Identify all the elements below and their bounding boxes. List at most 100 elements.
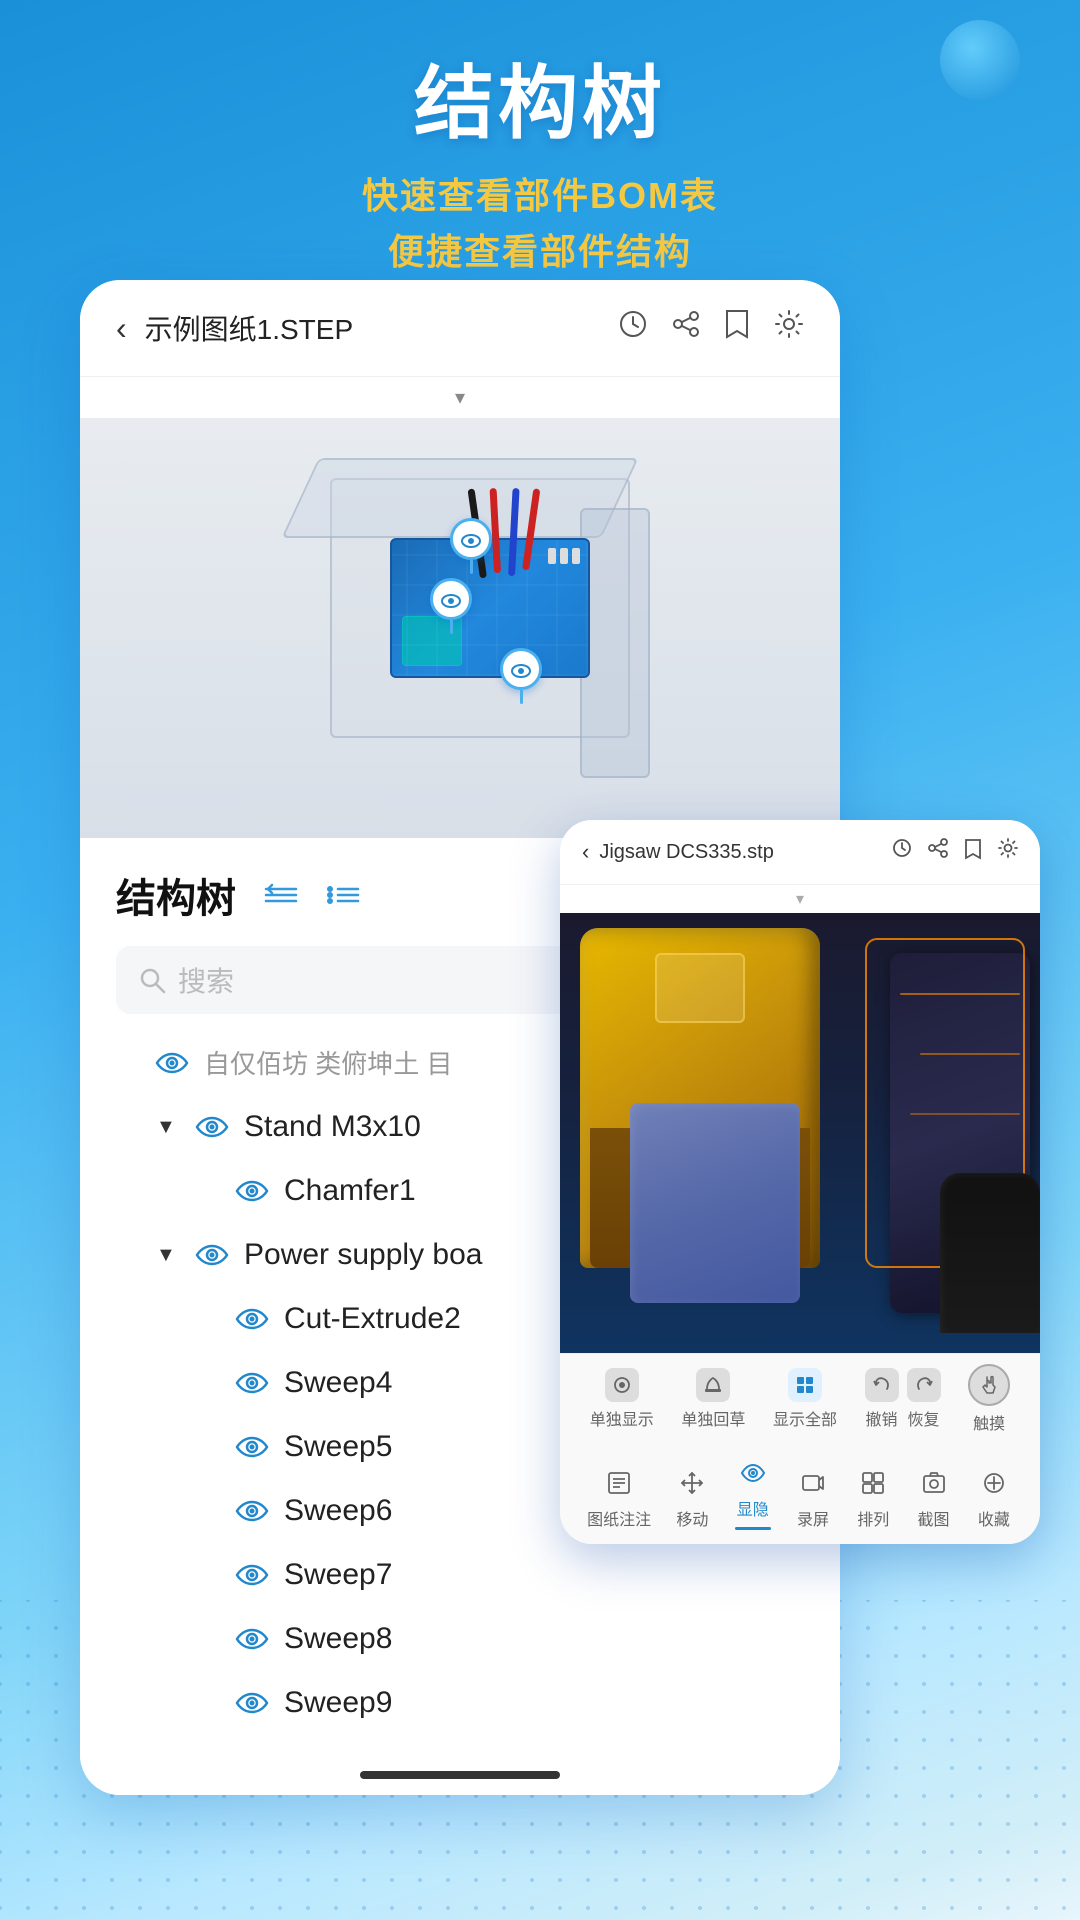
second-toolbar-top: 单独显示 单独回草 显示全部 (560, 1353, 1040, 1444)
location-pin-1 (450, 518, 492, 574)
eye-icon-sweep8[interactable] (234, 1621, 270, 1657)
touch-label: 触摸 (973, 1410, 1005, 1434)
second-settings-icon[interactable] (998, 838, 1018, 866)
annotation-icon (600, 1464, 638, 1502)
toolbar-item-visibility[interactable]: 显隐 (734, 1454, 772, 1530)
jigsaw-black-handle (940, 1173, 1040, 1333)
solo-display-icon (605, 1368, 639, 1402)
redo-icon (907, 1368, 941, 1402)
move-label: 移动 (676, 1506, 708, 1530)
favorite-label: 收藏 (978, 1506, 1010, 1530)
tree-item-root-text: 自仅佰坊 类俯坤土 目 (204, 1044, 452, 1081)
location-pin-3 (500, 648, 542, 704)
annotation-label: 图纸注注 (587, 1506, 651, 1530)
second-share-icon[interactable] (928, 838, 948, 866)
second-card-topbar: ‹ Jigsaw DCS335.stp (560, 820, 1040, 885)
back-button[interactable]: ‹ (116, 310, 127, 347)
toolbar-item-redo[interactable]: 恢复 (907, 1368, 941, 1430)
tree-item-sweep5-text: Sweep5 (284, 1430, 392, 1464)
toolbar-item-favorite[interactable]: 收藏 (975, 1464, 1013, 1530)
pin-bubble-1 (450, 518, 492, 560)
eye-icon-root[interactable] (154, 1045, 190, 1081)
tree-item-sweep7[interactable]: Sweep7 (116, 1543, 804, 1607)
solo-grass-label: 单独回草 (681, 1406, 745, 1430)
jigsaw-highlight-3 (910, 1113, 1020, 1115)
eye-icon-power[interactable] (194, 1237, 230, 1273)
box-right-face (580, 508, 650, 778)
tree-collapse-icon[interactable] (264, 881, 298, 909)
tree-item-chamfer-text: Chamfer1 (284, 1174, 416, 1208)
tree-item-sweep8-text: Sweep8 (284, 1622, 392, 1656)
tree-item-sweep9[interactable]: Sweep9 (116, 1671, 804, 1735)
arrange-icon (854, 1464, 892, 1502)
jigsaw-model-area (560, 913, 1040, 1353)
second-bookmark-icon[interactable] (964, 838, 982, 866)
eye-icon-sweep9[interactable] (234, 1685, 270, 1721)
eye-icon-sweep5[interactable] (234, 1429, 270, 1465)
toolbar-item-undo[interactable]: 撤销 (865, 1368, 899, 1430)
search-icon (138, 966, 166, 994)
eye-icon-sweep7[interactable] (234, 1557, 270, 1593)
show-all-icon (788, 1368, 822, 1402)
share-icon[interactable] (672, 310, 700, 346)
toolbar-item-touch[interactable]: 触摸 (968, 1364, 1010, 1434)
pin-tail-3 (520, 690, 523, 704)
3d-model-viewer (80, 418, 840, 838)
eye-icon-sweep4[interactable] (234, 1365, 270, 1401)
record-label: 录屏 (797, 1506, 829, 1530)
visibility-icon (734, 1454, 772, 1492)
tree-section-title: 结构树 (116, 866, 236, 924)
second-back-button[interactable]: ‹ (582, 839, 589, 865)
pin-tail-2 (450, 620, 453, 634)
home-indicator (80, 1755, 840, 1795)
bookmark-icon[interactable] (724, 309, 750, 347)
toolbar-item-show-all[interactable]: 显示全部 (773, 1368, 837, 1430)
tree-expand-arrow-power[interactable]: ▼ (156, 1244, 184, 1267)
jigsaw-highlight-2 (920, 1053, 1020, 1055)
history-icon[interactable] (618, 309, 648, 347)
jigsaw-window (655, 953, 745, 1023)
favorite-icon (975, 1464, 1013, 1502)
toolbar-item-screenshot[interactable]: 截图 (915, 1464, 953, 1530)
touch-icon (968, 1364, 1010, 1406)
main-card-topbar-icons (618, 309, 804, 347)
page-subtitle: 快速查看部件BOM表 便捷查看部件结构 (0, 168, 1080, 280)
eye-icon-cut-extrude[interactable] (234, 1301, 270, 1337)
toolbar-item-move[interactable]: 移动 (673, 1464, 711, 1530)
screenshot-label: 截图 (918, 1506, 950, 1530)
undo-redo-group: 撤销 恢复 (865, 1368, 941, 1430)
toolbar-item-record[interactable]: 录屏 (794, 1464, 832, 1530)
toolbar-item-solo-display[interactable]: 单独显示 (590, 1368, 654, 1430)
jigsaw-3d-scene (560, 913, 1040, 1353)
jigsaw-purple-body (630, 1103, 800, 1303)
eye-icon-chamfer[interactable] (234, 1173, 270, 1209)
tree-item-sweep6-text: Sweep6 (284, 1494, 392, 1528)
pin-bubble-2 (430, 578, 472, 620)
second-dropdown-arrow: ▾ (560, 885, 1040, 913)
toolbar-item-solo-grass[interactable]: 单独回草 (681, 1368, 745, 1430)
tree-expand-arrow-stand[interactable]: ▼ (156, 1116, 184, 1139)
toolbar-item-arrange[interactable]: 排列 (854, 1464, 892, 1530)
eye-icon-stand[interactable] (194, 1109, 230, 1145)
main-card-topbar: ‹ 示例图纸1.STEP (80, 280, 840, 377)
tree-item-sweep4-text: Sweep4 (284, 1366, 392, 1400)
subtitle-line1: 快速查看部件BOM表 (0, 168, 1080, 224)
second-toolbar-bottom: 图纸注注 移动 显隐 (560, 1444, 1040, 1544)
second-card-topbar-icons (892, 838, 1018, 866)
visibility-label: 显隐 (737, 1496, 769, 1520)
show-all-label: 显示全部 (773, 1406, 837, 1430)
second-phone-card: ‹ Jigsaw DCS335.stp (560, 820, 1040, 1544)
tree-expand-icon[interactable] (326, 881, 360, 909)
search-placeholder: 搜索 (178, 960, 234, 1000)
location-pin-2 (430, 578, 472, 634)
main-card-filename: 示例图纸1.STEP (145, 308, 618, 348)
toolbar-item-annotation[interactable]: 图纸注注 (587, 1464, 651, 1530)
undo-icon (865, 1368, 899, 1402)
3d-model-area (80, 418, 840, 838)
page-main-title: 结构树 (0, 60, 1080, 148)
tree-item-sweep8[interactable]: Sweep8 (116, 1607, 804, 1671)
eye-icon-sweep6[interactable] (234, 1493, 270, 1529)
settings-icon[interactable] (774, 309, 804, 347)
second-history-icon[interactable] (892, 838, 912, 866)
card-dropdown-arrow: ▾ (80, 377, 840, 418)
